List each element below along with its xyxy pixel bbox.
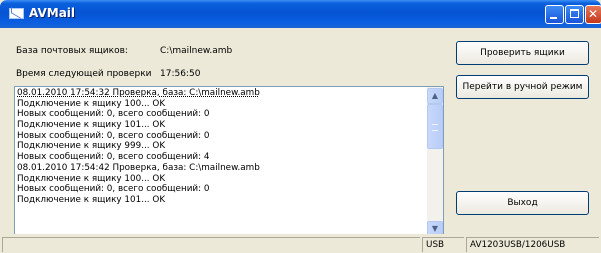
status-pane-main xyxy=(2,237,420,252)
log-line[interactable]: Новых сообщений: 0, всего сообщений: 0 xyxy=(17,109,427,120)
status-bar: USB AV1203USB/1206USB xyxy=(0,234,601,253)
log-line[interactable]: Новых сообщений: 0, всего сообщений: 0 xyxy=(17,131,427,142)
log-listbox[interactable]: 08.01.2010 17:54:32 Проверка, база: C:\m… xyxy=(14,86,444,239)
close-button[interactable]: ✕ xyxy=(585,5,601,24)
arrow-up-icon[interactable]: ▲ xyxy=(427,88,443,104)
scrollbar-thumb[interactable] xyxy=(427,104,443,149)
title-bar[interactable]: AVMail ✕ xyxy=(0,0,601,28)
next-check-value: 17:56:50 xyxy=(160,69,201,79)
mailbox-base-label: База почтовых ящиков: xyxy=(16,46,128,56)
log-line[interactable]: Новых сообщений: 0, всего сообщений: 0 xyxy=(17,184,427,195)
close-icon: ✕ xyxy=(588,7,599,21)
exit-button[interactable]: Выход xyxy=(456,191,589,215)
minimize-button[interactable] xyxy=(545,5,564,24)
log-line[interactable]: Подключение к ящику 999... OK xyxy=(17,141,427,152)
mail-envelope-icon xyxy=(9,8,24,19)
vertical-scrollbar[interactable]: ▲ ▼ xyxy=(427,87,443,238)
mailbox-base-value: C:\mailnew.amb xyxy=(160,46,233,56)
log-line[interactable]: Подключение к ящику 101... OK xyxy=(17,120,427,131)
maximize-icon xyxy=(570,9,579,18)
log-line[interactable]: 08.01.2010 17:54:32 Проверка, база: C:\m… xyxy=(17,88,427,99)
log-line[interactable]: Подключение к ящику 101... OK xyxy=(17,195,427,206)
window-title: AVMail xyxy=(29,6,76,20)
log-line[interactable]: Новых сообщений: 0, всего сообщений: 4 xyxy=(17,152,427,163)
manual-mode-button[interactable]: Перейти в ручной режим xyxy=(456,75,589,99)
maximize-button[interactable] xyxy=(565,5,584,24)
log-line[interactable]: 08.01.2010 17:54:42 Проверка, база: C:\m… xyxy=(17,163,427,174)
grip-icon xyxy=(432,124,438,131)
status-pane-connection: USB xyxy=(422,237,464,252)
next-check-label: Время следующей проверки xyxy=(16,69,152,79)
log-line[interactable]: Подключение к ящику 100... OK xyxy=(17,174,427,185)
check-mailboxes-button[interactable]: Проверить ящики xyxy=(456,41,589,65)
log-line[interactable]: Подключение к ящику 100... OK xyxy=(17,99,427,110)
status-pane-device: AV1203USB/1206USB xyxy=(466,237,599,252)
minimize-icon xyxy=(550,17,557,19)
log-lines: 08.01.2010 17:54:32 Проверка, база: C:\m… xyxy=(17,88,427,206)
